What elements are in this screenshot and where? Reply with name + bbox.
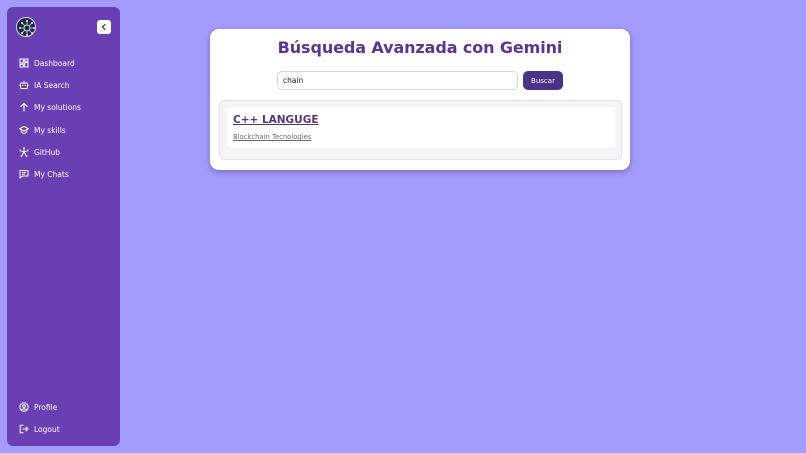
sidebar: Dashboard IA Search My solutions My skil… [7,7,120,446]
sidebar-item-label: Profile [34,402,58,412]
sidebar-item-logout[interactable]: Logout [19,421,60,437]
sidebar-item-github[interactable]: GitHub [19,144,60,160]
sidebar-item-my-chats[interactable]: My Chats [19,166,69,182]
sidebar-item-label: Logout [34,424,60,434]
dashboard-icon [19,58,29,68]
github-network-icon [19,147,29,157]
search-card: Búsqueda Avanzada con Gemini Buscar C++ … [210,29,630,170]
search-button[interactable]: Buscar [523,71,563,90]
sidebar-item-label: IA Search [34,80,70,90]
sidebar-item-label: My skills [34,125,66,135]
brain-network-icon[interactable] [16,17,36,37]
chevron-left-icon [101,23,106,31]
sidebar-item-my-skills[interactable]: My skills [19,122,66,138]
sidebar-item-label: My Chats [34,169,69,179]
sidebar-item-label: Dashboard [34,58,75,68]
search-input[interactable] [277,71,518,90]
sidebar-item-profile[interactable]: Profile [19,399,57,415]
results-list: C++ LANGUGE Blockchain Tecnologies [219,100,622,160]
sidebar-item-label: My solutions [34,102,81,112]
arrow-up-icon [20,102,28,112]
user-circle-icon [19,402,29,412]
collapse-sidebar-button[interactable] [97,20,111,34]
chat-icon [19,170,29,179]
list-item: C++ LANGUGE Blockchain Tecnologies [227,107,615,148]
robot-icon [19,81,29,89]
result-title-link[interactable]: C++ LANGUGE [233,114,319,126]
graduation-cap-icon [19,126,29,134]
sidebar-item-label: GitHub [34,147,60,157]
sidebar-item-my-solutions[interactable]: My solutions [19,99,81,115]
logout-icon [19,424,29,434]
page-title: Búsqueda Avanzada con Gemini [277,38,563,57]
result-subtitle-link[interactable]: Blockchain Tecnologies [233,133,311,141]
sidebar-item-ia-search[interactable]: IA Search [19,77,70,93]
sidebar-item-dashboard[interactable]: Dashboard [19,55,75,71]
